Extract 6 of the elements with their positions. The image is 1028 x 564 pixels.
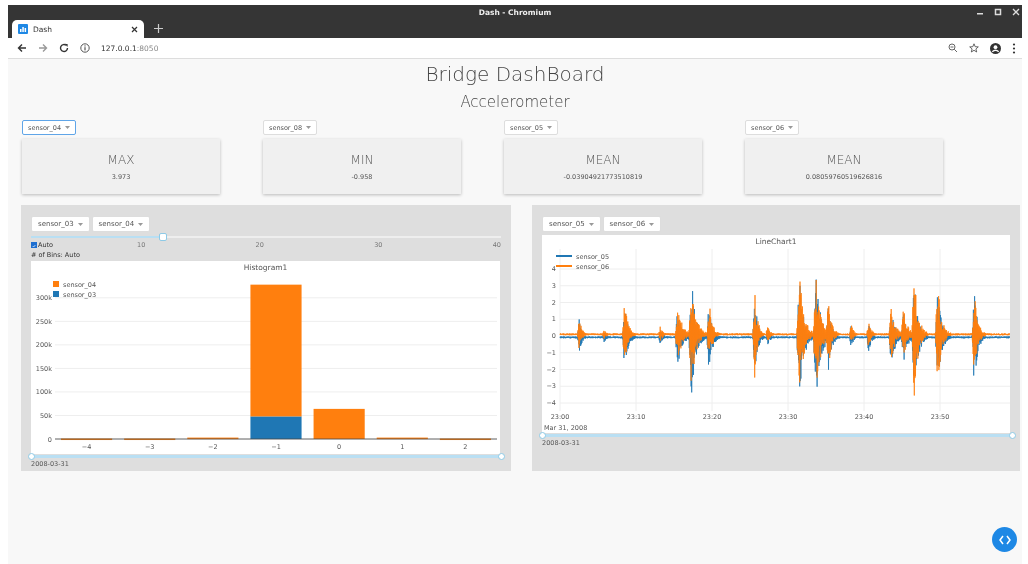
stat-label: MAX <box>107 152 135 167</box>
stat-label: MIN <box>350 152 374 167</box>
page-title: Bridge DashBoard <box>424 61 606 88</box>
stat-label: MEAN <box>585 152 621 167</box>
page-subtitle: Accelerometer <box>459 92 571 113</box>
stat-label: MEAN <box>826 152 862 167</box>
